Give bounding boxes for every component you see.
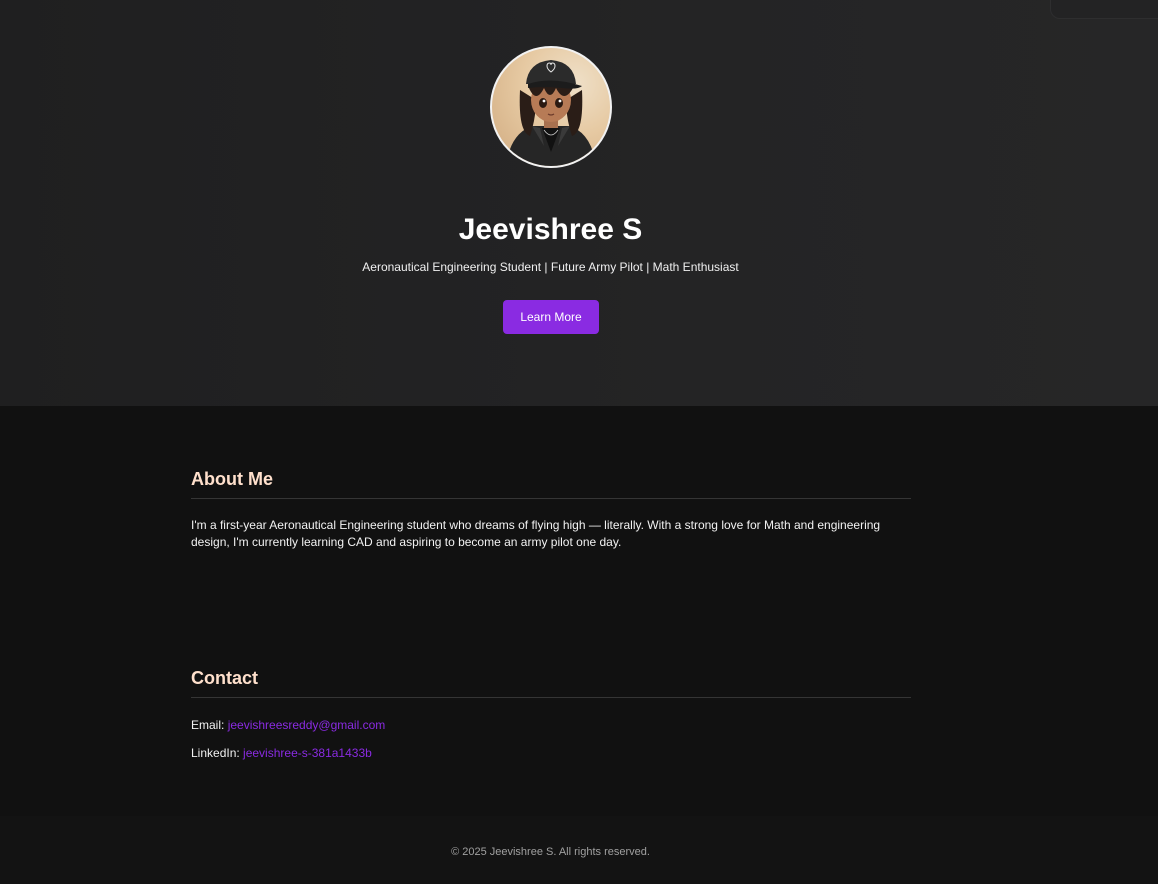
email-label: Email: <box>191 718 225 732</box>
hero-tagline: Aeronautical Engineering Student | Futur… <box>362 260 739 274</box>
corner-tab <box>1050 0 1158 19</box>
footer: © 2025 Jeevishree S. All rights reserved… <box>0 816 1158 884</box>
contact-divider <box>191 697 911 698</box>
avatar-illustration <box>506 60 596 166</box>
about-divider <box>191 498 911 499</box>
footer-copyright: © 2025 Jeevishree S. All rights reserved… <box>451 846 650 858</box>
linkedin-link[interactable]: jeevishree-s-381a1433b <box>243 746 372 760</box>
profile-avatar <box>490 46 612 168</box>
about-text: I'm a first-year Aeronautical Engineerin… <box>191 518 881 549</box>
learn-more-button[interactable]: Learn More <box>503 300 599 334</box>
about-heading: About Me <box>191 469 273 489</box>
contact-linkedin-row: LinkedIn: jeevishree-s-381a1433b <box>191 745 372 761</box>
email-link[interactable]: jeevishreesreddy@gmail.com <box>228 718 386 732</box>
hero-section: Jeevishree S Aeronautical Engineering St… <box>0 0 1158 406</box>
contact-email-row: Email: jeevishreesreddy@gmail.com <box>191 717 385 733</box>
linkedin-label: LinkedIn: <box>191 746 240 760</box>
hero-name: Jeevishree S <box>458 213 643 246</box>
contact-heading: Contact <box>191 668 258 688</box>
